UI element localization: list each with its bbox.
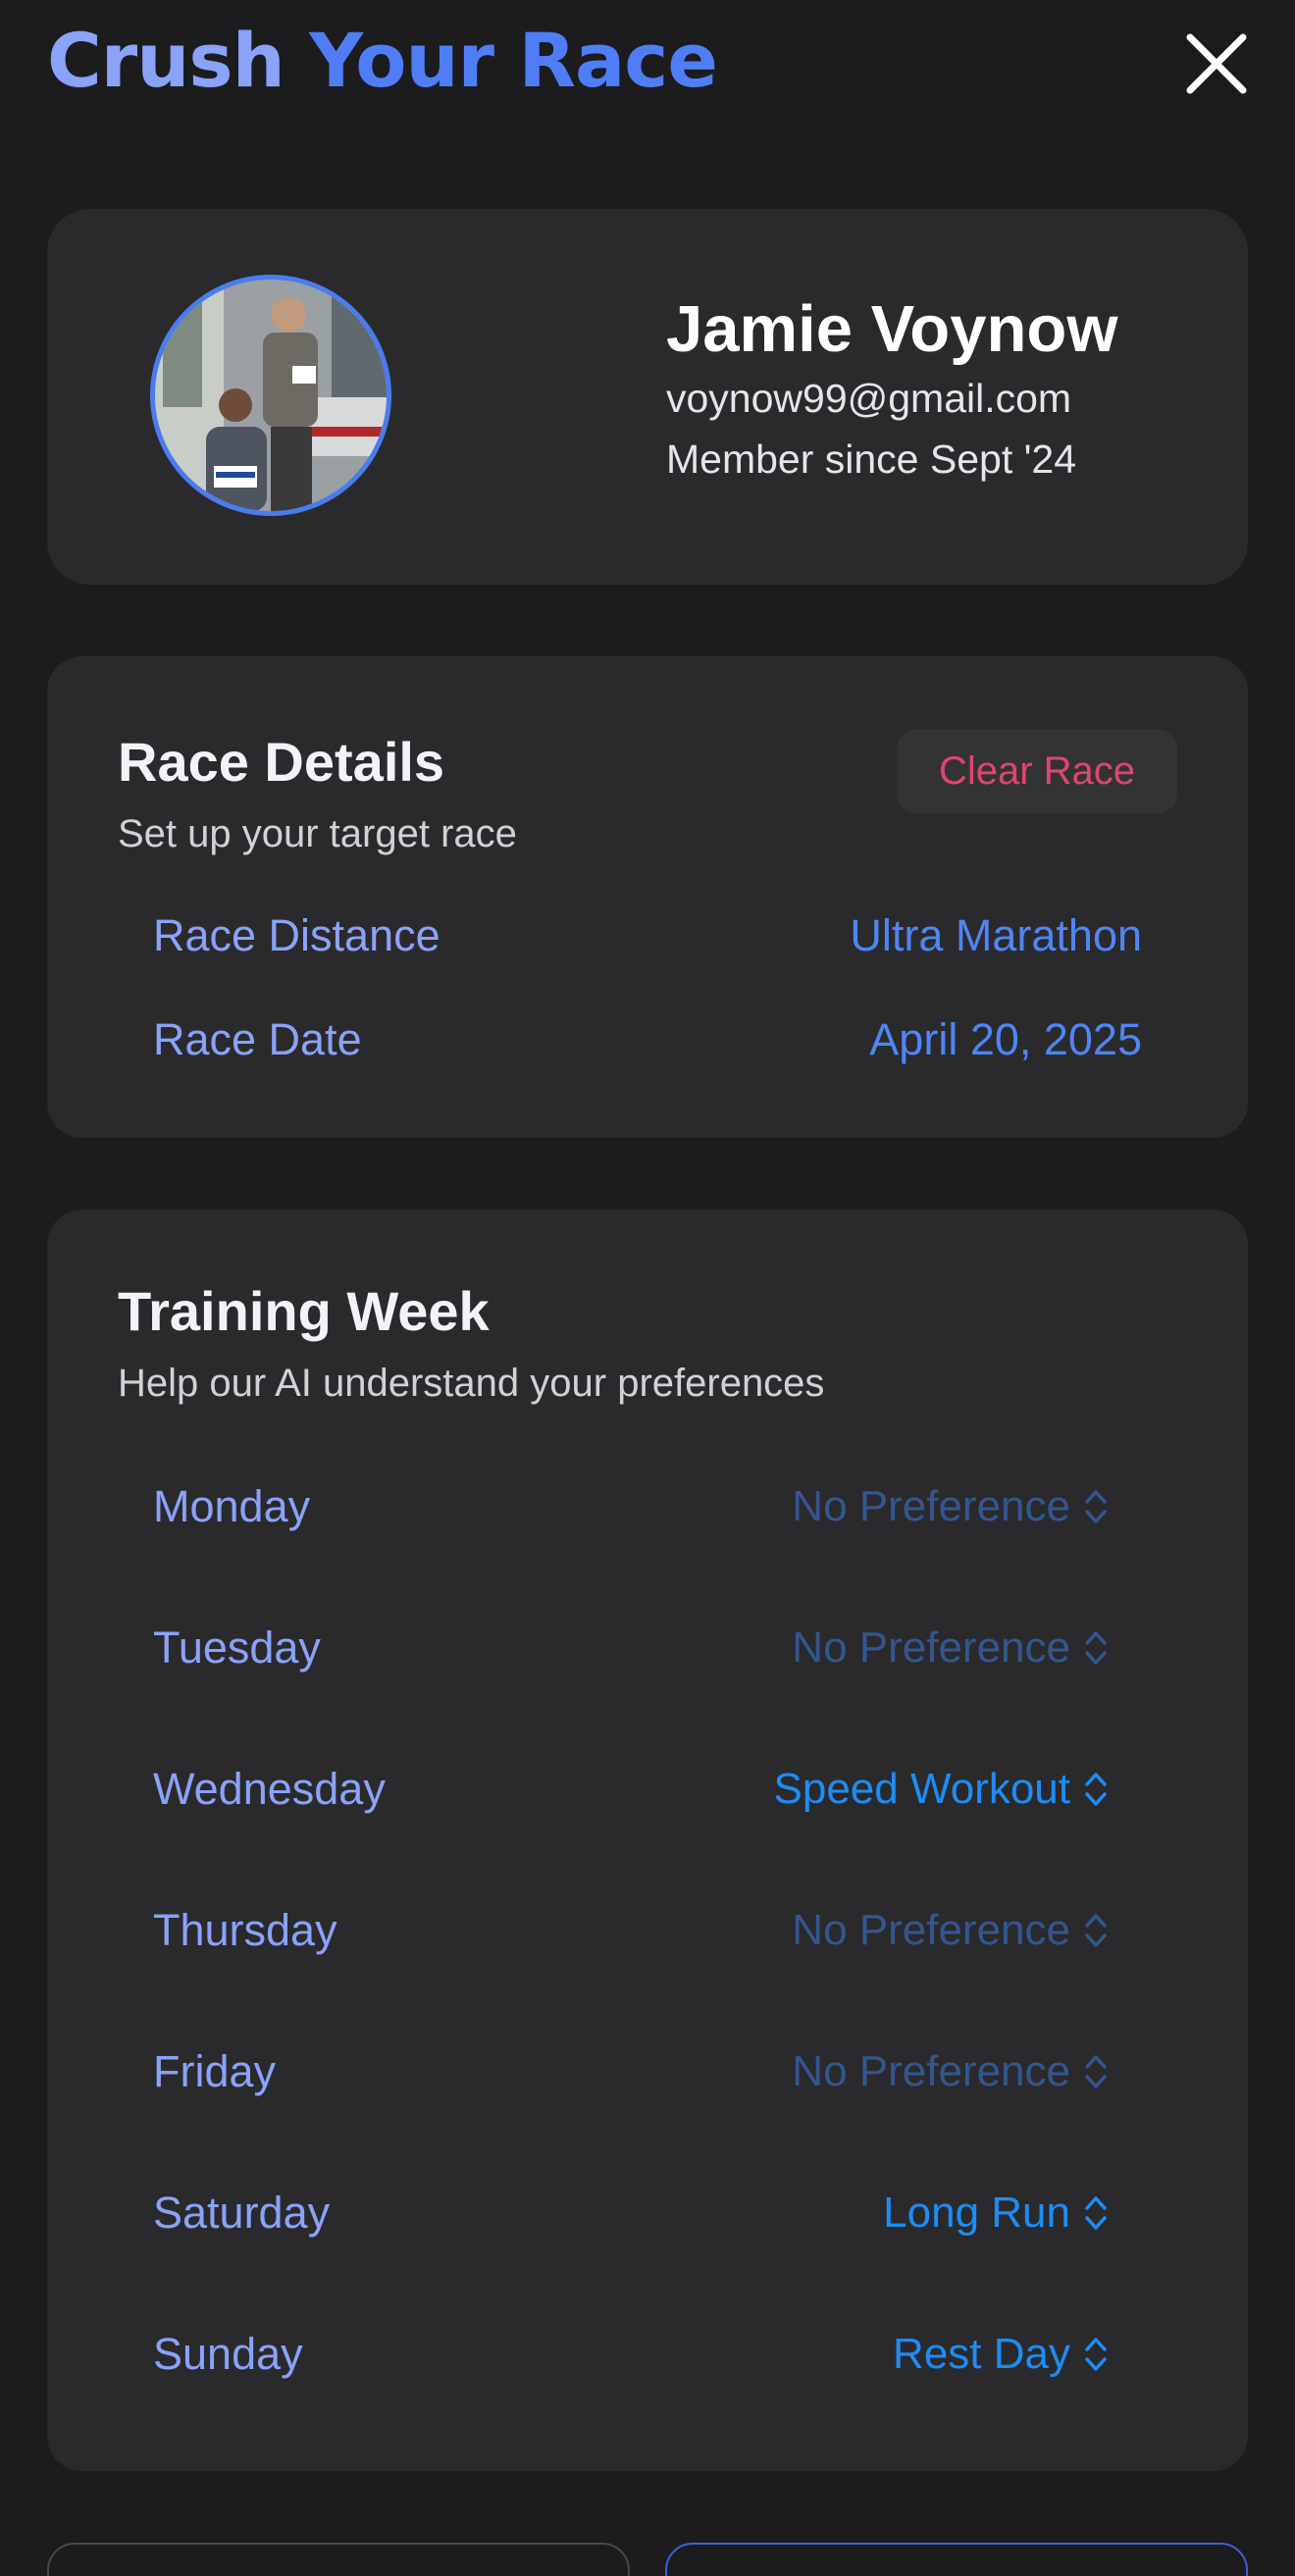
race-details-title: Race Details <box>118 731 445 793</box>
chevron-up-down-icon <box>1084 1628 1108 1668</box>
race-distance-label: Race Distance <box>153 910 440 960</box>
day-preference-value: No Preference <box>792 1623 1070 1672</box>
day-preference-picker[interactable]: Speed Workout <box>774 1765 1108 1814</box>
day-preference-picker[interactable]: Long Run <box>883 2189 1108 2238</box>
avatar-photo <box>155 280 387 511</box>
day-row-friday[interactable]: Friday No Preference <box>153 2033 1108 2111</box>
training-week-card: Training Week Help our AI understand you… <box>47 1210 1248 2471</box>
day-preference-value: No Preference <box>792 2047 1070 2095</box>
day-preference-picker[interactable]: Rest Day <box>893 2330 1108 2379</box>
day-preference-value: Speed Workout <box>773 1765 1070 1813</box>
secondary-action-button[interactable] <box>47 2543 630 2576</box>
chevron-up-down-icon <box>1084 1487 1108 1526</box>
profile-card: Jamie Voynow voynow99@gmail.com Member s… <box>47 209 1248 585</box>
race-date-row[interactable]: Race Date April 20, 2025 <box>153 1005 1142 1074</box>
settings-screen: Crush Your Race Jamie Voynow voynow99@gm… <box>0 0 1295 2576</box>
member-since: Member since Sept '24 <box>666 437 1077 482</box>
day-row-tuesday[interactable]: Tuesday No Preference <box>153 1609 1108 1687</box>
day-label: Monday <box>153 1481 311 1531</box>
day-preference-value: Rest Day <box>893 2330 1070 2378</box>
profile-info: Jamie Voynow voynow99@gmail.com Member s… <box>666 291 1117 489</box>
chevron-up-down-icon <box>1084 2193 1108 2233</box>
day-preference-value: No Preference <box>792 1906 1070 1954</box>
training-week-title: Training Week <box>118 1280 490 1342</box>
close-button[interactable] <box>1180 27 1253 100</box>
day-preference-value: No Preference <box>792 1482 1070 1530</box>
clear-race-button[interactable]: Clear Race <box>897 729 1177 813</box>
race-details-card: Race Details Set up your target race Cle… <box>47 656 1248 1138</box>
race-details-subtitle: Set up your target race <box>118 812 517 855</box>
day-label: Tuesday <box>153 1623 321 1673</box>
chevron-up-down-icon <box>1084 2335 1108 2374</box>
day-label: Thursday <box>153 1905 337 1955</box>
page-title: Crush Your Race <box>47 12 718 110</box>
day-label: Friday <box>153 2046 277 2096</box>
day-row-sunday[interactable]: Sunday Rest Day <box>153 2315 1108 2394</box>
day-label: Saturday <box>153 2188 331 2238</box>
day-preference-picker[interactable]: No Preference <box>792 2047 1108 2096</box>
race-date-value[interactable]: April 20, 2025 <box>869 1014 1142 1065</box>
day-preference-value: Long Run <box>883 2189 1070 2237</box>
day-label: Sunday <box>153 2329 303 2379</box>
race-date-label: Race Date <box>153 1014 362 1064</box>
chevron-up-down-icon <box>1084 1770 1108 1809</box>
primary-action-button[interactable] <box>665 2543 1248 2576</box>
race-distance-row[interactable]: Race Distance Ultra Marathon <box>153 902 1142 970</box>
day-row-wednesday[interactable]: Wednesday Speed Workout <box>153 1750 1108 1829</box>
title-part-1: Crush <box>47 17 285 104</box>
day-preference-picker[interactable]: No Preference <box>792 1482 1108 1531</box>
avatar[interactable] <box>150 275 391 516</box>
day-label: Wednesday <box>153 1764 386 1814</box>
day-row-saturday[interactable]: Saturday Long Run <box>153 2174 1108 2252</box>
day-preference-picker[interactable]: No Preference <box>792 1623 1108 1673</box>
chevron-up-down-icon <box>1084 2052 1108 2091</box>
chevron-up-down-icon <box>1084 1911 1108 1950</box>
profile-email: voynow99@gmail.com <box>666 376 1072 421</box>
day-preference-picker[interactable]: No Preference <box>792 1906 1108 1955</box>
title-part-2: Your Race <box>309 17 718 104</box>
race-distance-value[interactable]: Ultra Marathon <box>850 910 1142 961</box>
training-week-subtitle: Help our AI understand your preferences <box>118 1362 825 1405</box>
close-icon <box>1186 33 1247 94</box>
day-row-thursday[interactable]: Thursday No Preference <box>153 1891 1108 1970</box>
day-row-monday[interactable]: Monday No Preference <box>153 1468 1108 1546</box>
profile-name: Jamie Voynow <box>666 292 1118 366</box>
